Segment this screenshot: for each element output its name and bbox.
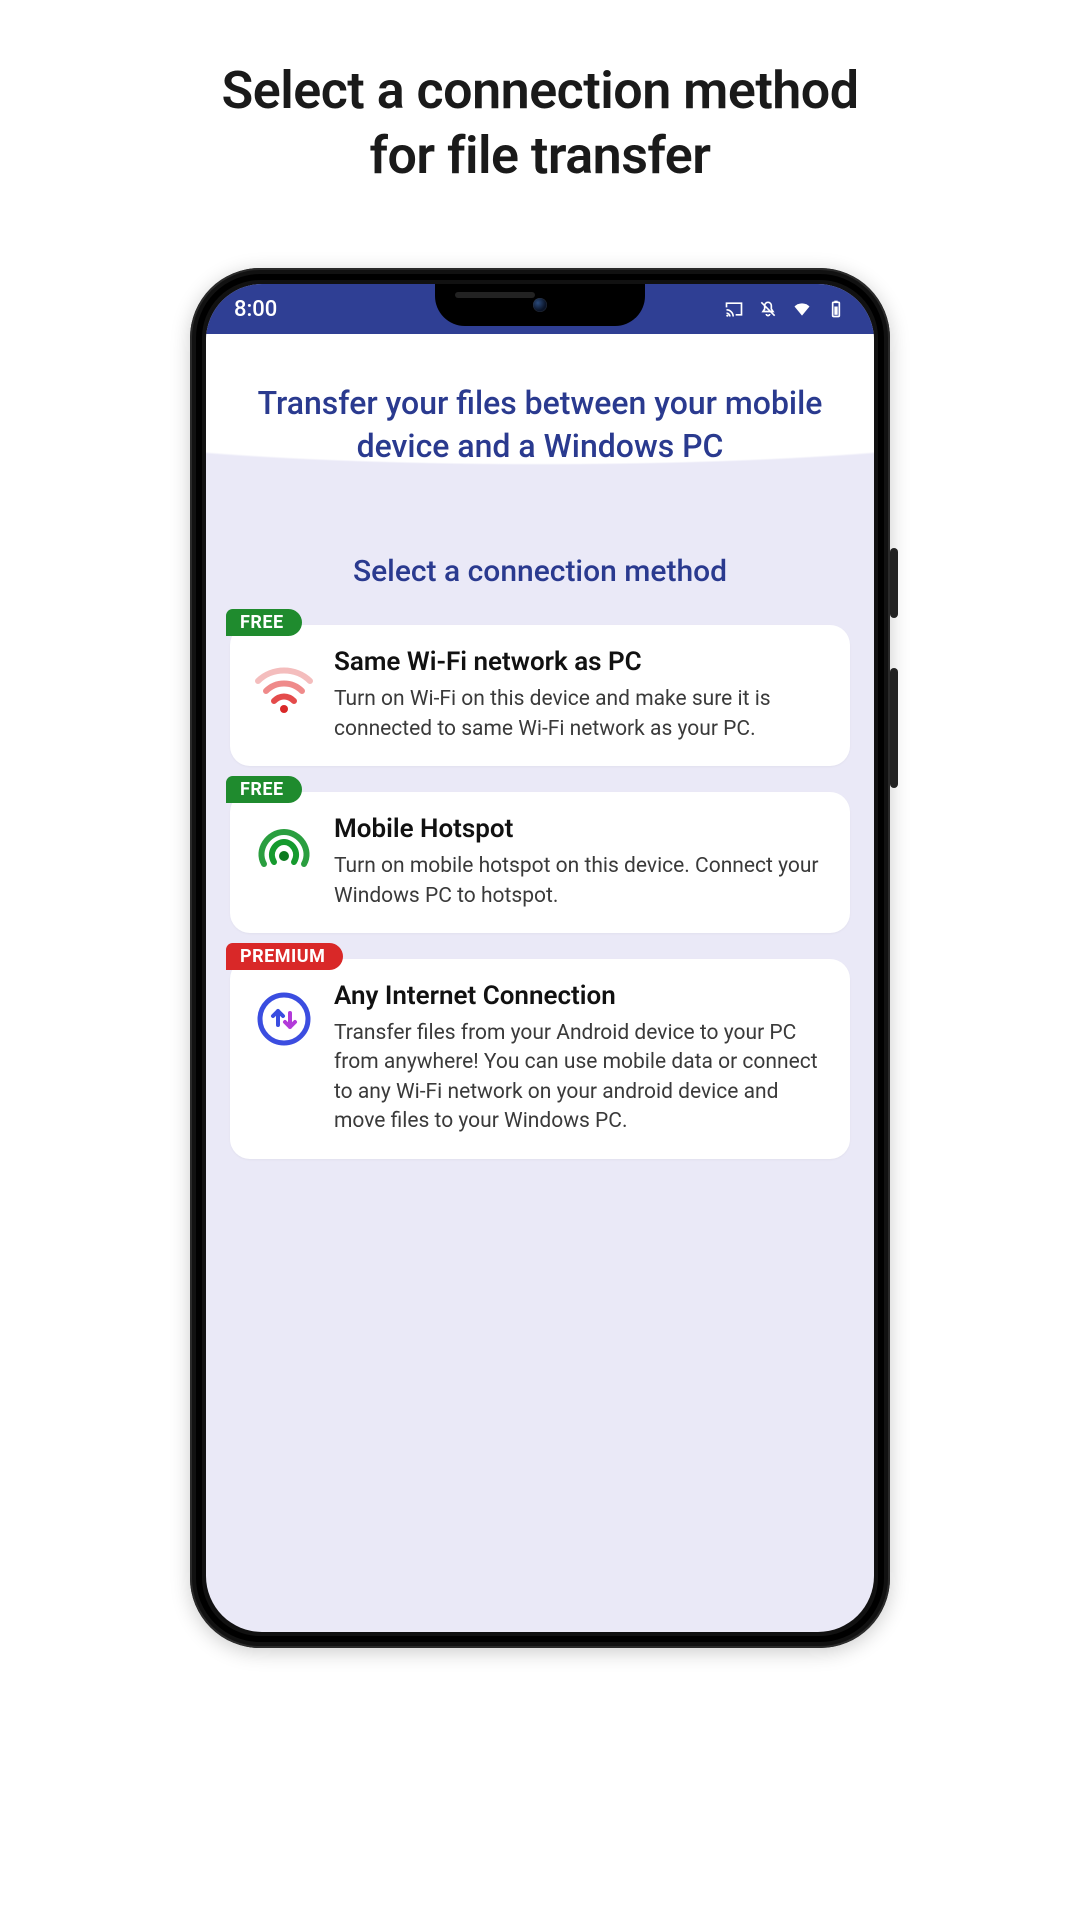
page-title: Select a connection method for file tran… [221,58,858,188]
wifi-network-icon [252,653,316,717]
section-title: Select a connection method [206,554,874,589]
page-title-line2: for file transfer [369,125,710,186]
mute-icon [758,299,778,319]
card-title: Mobile Hotspot [334,814,828,844]
status-icons [724,299,846,319]
phone-notch [435,284,645,326]
connection-card-wifi[interactable]: FREE Same Wi-Fi network as PC Turn on Wi… [230,625,850,766]
card-description: Transfer files from your Android device … [334,1019,828,1137]
phone-side-button-volume [890,668,898,788]
card-title: Same Wi-Fi network as PC [334,647,828,677]
app-header: Transfer your files between your mobile … [206,334,874,528]
phone-screen: 8:00 [206,284,874,1632]
app-header-text: Transfer your files between your mobile … [236,382,844,468]
phone-side-button-power [890,548,898,618]
card-body: Mobile Hotspot Turn on mobile hotspot on… [334,814,828,911]
connection-card-any-internet[interactable]: PREMIUM Any [230,959,850,1159]
connection-card-hotspot[interactable]: FREE Mobile Hotspot Turn on mobile hotsp… [230,792,850,933]
card-body: Any Internet Connection Transfer files f… [334,981,828,1137]
card-title: Any Internet Connection [334,981,828,1011]
card-body: Same Wi-Fi network as PC Turn on Wi-Fi o… [334,647,828,744]
page-title-line1: Select a connection method [221,60,858,121]
transfer-arrows-icon [252,987,316,1051]
hotspot-icon [252,820,316,884]
badge-free: FREE [226,776,302,803]
phone-mockup-frame: 8:00 [190,268,890,1648]
battery-icon [826,299,846,319]
card-description: Turn on Wi-Fi on this device and make su… [334,685,828,744]
badge-free: FREE [226,609,302,636]
badge-premium: PREMIUM [226,943,343,970]
connection-method-list: FREE Same Wi-Fi network as PC Turn on Wi… [206,625,874,1158]
wifi-icon [792,299,812,319]
front-camera-icon [533,298,547,312]
cast-icon [724,299,744,319]
status-time: 8:00 [234,297,277,322]
card-description: Turn on mobile hotspot on this device. C… [334,852,828,911]
